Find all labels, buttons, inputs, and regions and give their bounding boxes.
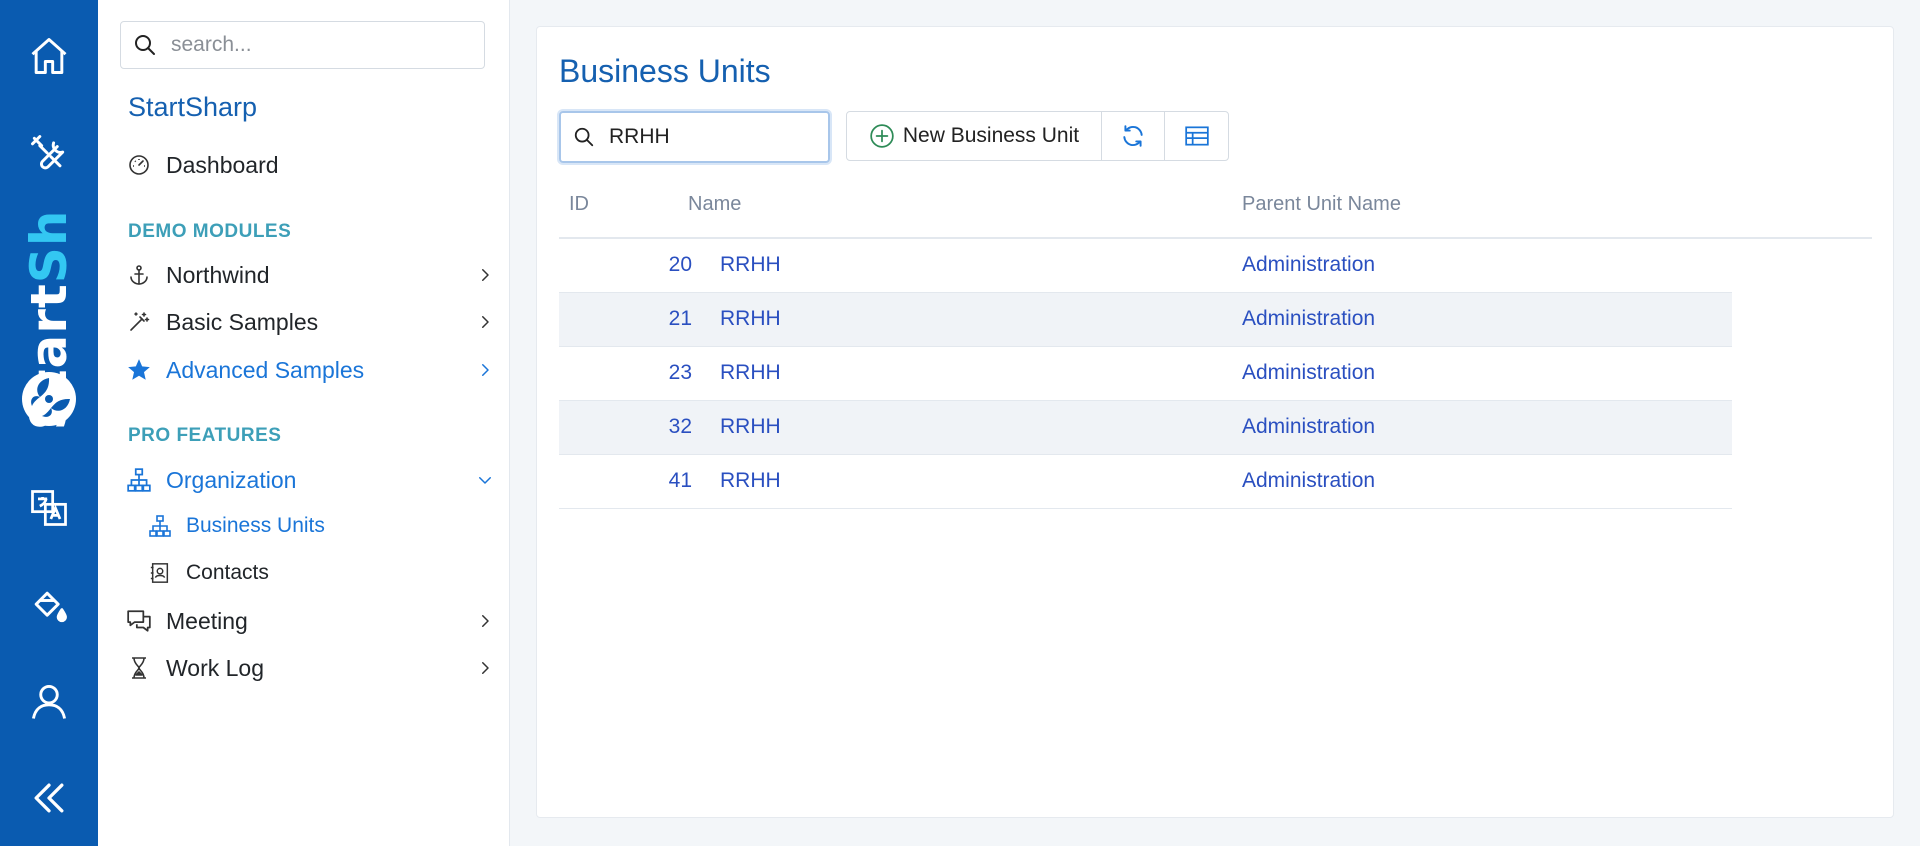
- table-row[interactable]: 41 RRHH Administration: [559, 455, 1732, 509]
- quick-search[interactable]: [559, 111, 830, 163]
- star-icon: [126, 357, 152, 383]
- chevron-right-icon: [476, 266, 494, 284]
- search-icon: [133, 33, 157, 57]
- sidebar-subitem-business-units[interactable]: Business Units: [148, 507, 468, 545]
- chat-icon: [126, 608, 152, 634]
- sidebar-item-meeting[interactable]: Meeting: [126, 601, 494, 641]
- column-header-id[interactable]: ID: [569, 193, 589, 216]
- chevron-right-icon: [476, 612, 494, 630]
- home-icon: [27, 34, 71, 78]
- chevron-right-icon: [476, 659, 494, 677]
- chevron-down-icon: [476, 471, 494, 489]
- collapse-button[interactable]: [0, 768, 98, 828]
- sidebar-subitem-label: Contacts: [186, 561, 269, 584]
- table-icon: [1184, 123, 1210, 149]
- cell-name[interactable]: RRHH: [720, 415, 781, 439]
- cell-parent[interactable]: Administration: [1242, 415, 1375, 439]
- cell-id: 41: [668, 469, 692, 492]
- cell-id: 23: [668, 361, 692, 384]
- theme-button[interactable]: [0, 576, 98, 636]
- cell-name[interactable]: RRHH: [720, 307, 781, 331]
- main-card: Business Units New Business Unit ID Na: [536, 26, 1894, 818]
- sidebar: StartSharp Dashboard DEMO MODULES Northw…: [98, 0, 510, 846]
- page-title: Business Units: [559, 53, 771, 89]
- app-title[interactable]: StartSharp: [128, 92, 257, 123]
- refresh-icon: [1120, 123, 1146, 149]
- cell-name[interactable]: RRHH: [720, 469, 781, 493]
- collapse-icon: [27, 776, 71, 820]
- section-demo-modules: DEMO MODULES: [128, 221, 292, 242]
- sidebar-item-label: Dashboard: [166, 151, 279, 178]
- refresh-button[interactable]: [1102, 112, 1165, 160]
- tools-icon: [27, 131, 71, 175]
- sidebar-search[interactable]: [120, 21, 485, 69]
- new-business-unit-label: New Business Unit: [902, 124, 1080, 147]
- sidebar-item-label: Organization: [166, 466, 297, 493]
- anchor-icon: [126, 262, 152, 288]
- chevron-right-icon: [476, 361, 494, 379]
- section-pro-features: PRO FEATURES: [128, 425, 282, 446]
- sidebar-item-work-log[interactable]: Work Log: [126, 648, 494, 688]
- translate-button[interactable]: [0, 478, 98, 538]
- sidebar-item-dashboard[interactable]: Dashboard: [126, 145, 494, 185]
- column-picker-button[interactable]: [1165, 112, 1228, 160]
- chevron-right-icon: [476, 313, 494, 331]
- sidebar-item-advanced-samples[interactable]: Advanced Samples: [126, 350, 494, 390]
- column-header-name[interactable]: Name: [688, 193, 741, 216]
- brand: StartSh: [0, 190, 98, 440]
- app-rail: StartSh: [0, 0, 98, 846]
- translate-icon: [27, 486, 71, 530]
- sidebar-subitem-contacts[interactable]: Contacts: [148, 554, 468, 592]
- cell-id: 32: [668, 415, 692, 438]
- sidebar-item-organization[interactable]: Organization: [126, 460, 494, 500]
- grid-rows: 20 RRHH Administration 21 RRHH Administr…: [559, 239, 1732, 509]
- table-row[interactable]: 32 RRHH Administration: [559, 401, 1732, 455]
- cell-id: 20: [668, 253, 692, 276]
- grid-header: ID Name Parent Unit Name: [559, 185, 1872, 239]
- user-icon: [27, 680, 71, 724]
- brand-logo-icon: [20, 370, 78, 428]
- contact-book-icon: [148, 561, 172, 585]
- hourglass-icon: [126, 655, 152, 681]
- plus-circle-icon: [869, 123, 895, 149]
- sidebar-item-label: Advanced Samples: [166, 356, 365, 383]
- table-row[interactable]: 20 RRHH Administration: [559, 239, 1732, 293]
- sidebar-item-basic-samples[interactable]: Basic Samples: [126, 302, 494, 342]
- theme-icon: [27, 584, 71, 628]
- column-header-parent[interactable]: Parent Unit Name: [1242, 193, 1401, 216]
- sidebar-item-label: Basic Samples: [166, 308, 319, 335]
- sidebar-item-label: Northwind: [166, 261, 270, 288]
- cell-name[interactable]: RRHH: [720, 361, 781, 385]
- magic-wand-icon: [126, 309, 152, 335]
- new-business-unit-button[interactable]: New Business Unit: [847, 112, 1102, 160]
- tools-button[interactable]: [0, 123, 98, 183]
- cell-name[interactable]: RRHH: [720, 253, 781, 277]
- sidebar-search-input[interactable]: [169, 32, 463, 58]
- table-row[interactable]: 23 RRHH Administration: [559, 347, 1732, 401]
- cell-parent[interactable]: Administration: [1242, 361, 1375, 385]
- search-icon: [573, 126, 595, 148]
- sitemap-icon: [148, 514, 172, 538]
- home-button[interactable]: [0, 26, 98, 86]
- cell-id: 21: [668, 307, 692, 330]
- quick-search-input[interactable]: [607, 124, 811, 150]
- sidebar-item-label: Work Log: [166, 654, 265, 681]
- cell-parent[interactable]: Administration: [1242, 253, 1375, 277]
- table-row[interactable]: 21 RRHH Administration: [559, 293, 1732, 347]
- sidebar-item-northwind[interactable]: Northwind: [126, 255, 494, 295]
- sitemap-icon: [126, 467, 152, 493]
- user-button[interactable]: [0, 672, 98, 732]
- dashboard-icon: [126, 152, 152, 178]
- cell-parent[interactable]: Administration: [1242, 469, 1375, 493]
- sidebar-subitem-label: Business Units: [186, 514, 325, 537]
- toolbar: New Business Unit: [846, 111, 1229, 161]
- sidebar-item-label: Meeting: [166, 607, 248, 634]
- cell-parent[interactable]: Administration: [1242, 307, 1375, 331]
